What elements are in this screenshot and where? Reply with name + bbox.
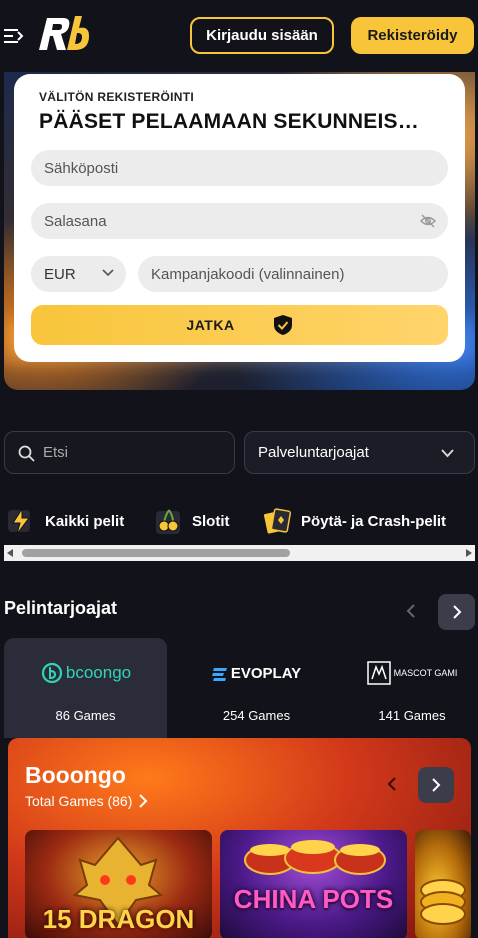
- mascot-logo-mark: [366, 661, 391, 685]
- category-slots[interactable]: Slotit: [155, 506, 230, 536]
- category-label: Kaikki pelit: [45, 512, 125, 530]
- search-icon: [18, 445, 35, 462]
- providers-next-button[interactable]: [438, 594, 475, 630]
- promo-code-field[interactable]: Kampanjakoodi (valinnainen): [138, 256, 448, 292]
- evoplay-logo: EVOPLAY: [211, 658, 302, 688]
- login-button[interactable]: Kirjaudu sisään: [190, 17, 334, 54]
- currency-value: EUR: [44, 265, 76, 283]
- game-tile-partial[interactable]: [415, 830, 471, 938]
- featured-prev-button[interactable]: [377, 769, 407, 799]
- search-input[interactable]: Etsi: [4, 431, 235, 474]
- mascot-logo: MASCOT GAMI: [366, 658, 458, 688]
- chevron-down-icon: [441, 449, 454, 458]
- chevron-down-icon: [102, 269, 114, 277]
- continue-label: JATKA: [186, 317, 235, 333]
- category-all-games[interactable]: Kaikki pelit: [6, 506, 124, 536]
- providers-heading: Pelintarjoajat: [4, 598, 118, 618]
- top-header: Kirjaudu sisään Rekisteröidy: [0, 0, 478, 72]
- password-field[interactable]: Salasana: [31, 203, 448, 239]
- cards-icon: [262, 508, 292, 535]
- horizontal-scrollbar[interactable]: [4, 545, 475, 561]
- chevron-left-icon: [387, 777, 396, 791]
- category-label: Slotit: [192, 512, 230, 530]
- email-placeholder: Sähköposti: [44, 159, 119, 177]
- scroll-left-arrow-icon[interactable]: [7, 549, 13, 557]
- email-field[interactable]: Sähköposti: [31, 150, 448, 186]
- scrollbar-thumb[interactable]: [22, 549, 290, 557]
- provider-game-count: 141 Games: [378, 708, 446, 723]
- chevron-right-icon: [432, 778, 441, 792]
- category-table-crash[interactable]: Pöytä- ja Crash-pelit: [262, 506, 446, 536]
- featured-total-label: Total Games (86): [25, 793, 133, 809]
- provider-name: bcoongo: [65, 663, 132, 682]
- provider-card-evoplay[interactable]: EVOPLAY 254 Games: [175, 638, 338, 738]
- chevron-right-icon: [139, 794, 148, 808]
- game-tile-15-dragon[interactable]: 15 DRAGON: [25, 830, 212, 938]
- register-button[interactable]: Rekisteröidy: [351, 17, 474, 54]
- promo-placeholder: Kampanjakoodi (valinnainen): [151, 265, 345, 283]
- featured-next-button[interactable]: [418, 767, 454, 803]
- eye-slash-icon[interactable]: [420, 213, 436, 229]
- provider-name: EVOPLAY: [230, 664, 302, 682]
- booongo-logo: bcoongo: [40, 658, 131, 688]
- registration-title: PÄÄSET PELAAMAAN SEKUNNEIS…: [39, 110, 419, 133]
- provider-select-label: Palveluntarjoajat: [258, 444, 369, 461]
- providers-prev-button[interactable]: [396, 596, 426, 626]
- evoplay-logo-mark: [211, 668, 227, 681]
- game-title: CHINA POTS: [233, 884, 394, 914]
- registration-eyebrow: VÄLITÖN REKISTERÖINTI: [39, 90, 194, 104]
- featured-title: Booongo: [25, 762, 126, 788]
- menu-icon[interactable]: [4, 27, 24, 45]
- provider-card-mascot[interactable]: MASCOT GAMI 141 Games: [346, 638, 478, 738]
- cherry-icon: [156, 509, 180, 534]
- booongo-logo-mark: [41, 662, 62, 684]
- search-placeholder: Etsi: [43, 444, 69, 461]
- provider-name: MASCOT GAMI: [393, 668, 458, 678]
- featured-total-link[interactable]: Total Games (86): [25, 793, 148, 809]
- category-label: Pöytä- ja Crash-pelit: [301, 512, 447, 530]
- continue-button[interactable]: JATKA: [31, 305, 448, 345]
- shield-check-icon: [273, 315, 292, 335]
- coins-artwork: [420, 879, 466, 925]
- game-tile-china-pots[interactable]: CHINA POTS: [220, 830, 407, 938]
- registration-card: VÄLITÖN REKISTERÖINTI PÄÄSET PELAAMAAN S…: [14, 74, 465, 362]
- provider-card-booongo[interactable]: bcoongo 86 Games: [4, 638, 167, 738]
- featured-provider-panel: Booongo Total Games (86) 15 DRAGON CHINA…: [8, 738, 471, 938]
- chevron-left-icon: [406, 604, 415, 618]
- currency-select[interactable]: EUR: [31, 256, 126, 292]
- provider-select[interactable]: Palveluntarjoajat: [244, 431, 475, 474]
- provider-game-count: 254 Games: [222, 708, 291, 723]
- password-placeholder: Salasana: [44, 212, 107, 230]
- lightning-icon: [8, 507, 30, 535]
- brand-logo[interactable]: [37, 14, 91, 54]
- game-title: 15 DRAGON: [42, 904, 195, 934]
- chevron-right-icon: [452, 605, 461, 619]
- provider-game-count: 86 Games: [55, 708, 116, 723]
- scroll-right-arrow-icon[interactable]: [466, 549, 472, 557]
